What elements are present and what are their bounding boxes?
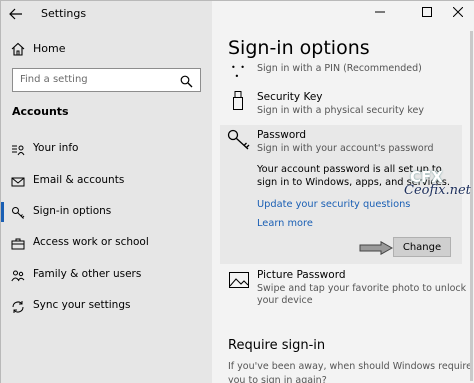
close-icon[interactable] — [445, 3, 471, 21]
pointer-arrow-icon — [359, 240, 394, 259]
sidebar-item-label: Your info — [33, 142, 79, 154]
home-label: Home — [33, 42, 66, 55]
sidebar-item-sync-settings[interactable]: Sync your settings — [1, 293, 212, 319]
option-title: Security Key — [257, 91, 323, 103]
settings-window: Settings Home Find a setting Accounts Yo… — [0, 0, 474, 383]
person-card-icon — [11, 142, 25, 156]
find-setting-search-input[interactable]: Find a setting — [12, 68, 201, 92]
option-subtitle-2: your device — [257, 295, 313, 306]
option-subtitle: Sign in with your account's password — [257, 143, 434, 154]
sidebar-item-label: Email & accounts — [33, 174, 125, 186]
people-icon — [11, 268, 25, 282]
home-nav-item[interactable]: Home — [1, 37, 212, 61]
require-signin-subtitle-2: you to sign in again? — [228, 375, 327, 383]
require-signin-subtitle: If you've been away, when should Windows… — [228, 361, 472, 372]
sidebar-item-label: Access work or school — [33, 236, 149, 248]
back-arrow-icon[interactable] — [7, 5, 25, 23]
key-icon — [227, 129, 251, 155]
page-title: Sign-in options — [228, 37, 370, 59]
vertical-scrollbar[interactable] — [470, 31, 473, 381]
picture-icon — [229, 272, 249, 292]
option-subtitle: Swipe and tap your favorite photo to unl… — [257, 283, 467, 294]
sidebar-item-access-work-school[interactable]: Access work or school — [1, 230, 212, 256]
app-title: Settings — [41, 7, 87, 20]
home-icon — [11, 41, 25, 60]
sidebar-item-label: Family & other users — [33, 268, 142, 280]
sync-icon — [11, 299, 25, 313]
briefcase-icon — [11, 236, 25, 250]
key-icon — [11, 205, 25, 219]
sidebar-item-label: Sign-in options — [33, 205, 112, 217]
change-password-button[interactable]: Change — [393, 237, 451, 257]
search-icon[interactable] — [180, 73, 193, 92]
usb-key-icon — [233, 91, 243, 115]
update-security-questions-link[interactable]: Update your security questions — [257, 199, 410, 210]
minimize-icon[interactable] — [367, 3, 393, 21]
require-signin-heading: Require sign-in — [228, 338, 326, 353]
sidebar-item-sign-in-options[interactable]: Sign-in options — [1, 199, 212, 225]
watermark-text: Ceofix.net — [404, 183, 471, 198]
pin-dots-icon: • • • — [231, 63, 246, 81]
section-heading-accounts: Accounts — [12, 105, 69, 118]
active-indicator — [1, 202, 4, 222]
option-title: Picture Password — [257, 269, 346, 281]
sidebar-item-email-accounts[interactable]: Email & accounts — [1, 168, 212, 194]
option-title: Password — [257, 129, 307, 141]
pin-subtitle: Sign in with a PIN (Recommended) — [257, 63, 422, 74]
sidebar-item-family-other-users[interactable]: Family & other users — [1, 262, 212, 288]
envelope-icon — [11, 174, 25, 188]
sidebar-item-label: Sync your settings — [33, 299, 131, 311]
sidebar: Settings Home Find a setting Accounts Yo… — [1, 1, 212, 383]
password-option-expanded[interactable]: Password Sign in with your account's pas… — [220, 125, 471, 264]
option-subtitle: Sign in with a physical security key — [257, 105, 424, 116]
maximize-icon[interactable] — [414, 3, 440, 21]
learn-more-link[interactable]: Learn more — [257, 218, 313, 229]
sidebar-item-your-info[interactable]: Your info — [1, 136, 212, 162]
search-placeholder: Find a setting — [20, 74, 88, 85]
